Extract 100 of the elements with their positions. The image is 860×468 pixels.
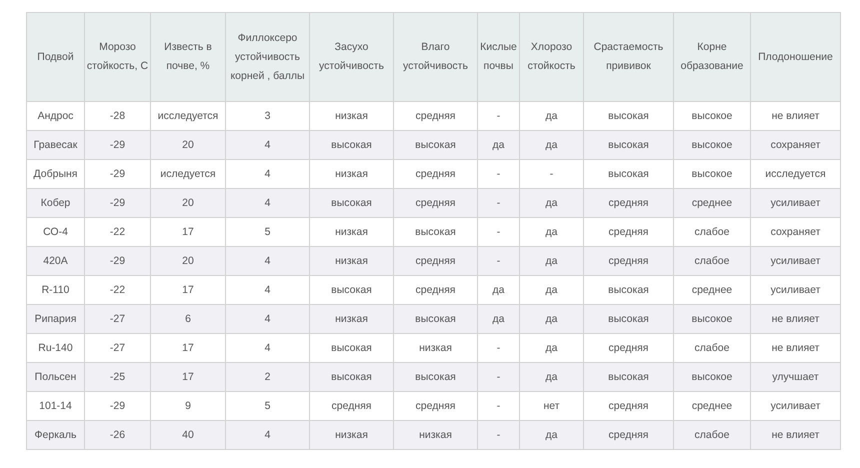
table-cell: высокая (584, 160, 674, 188)
table-cell: низкая (394, 420, 478, 450)
table-cell: - (478, 420, 520, 450)
table-cell: низкая (310, 218, 394, 246)
table-cell: - (478, 334, 520, 362)
table-cell: да (520, 246, 584, 276)
table-cell: 17 (150, 218, 226, 246)
table-cell: да (520, 276, 584, 304)
table-cell: да (478, 276, 520, 304)
table-cell: средняя (584, 188, 674, 218)
table-cell: средняя (394, 246, 478, 276)
table-cell: - (478, 362, 520, 392)
table-cell: Кобер (26, 188, 84, 218)
table-cell: усиливает (750, 276, 840, 304)
table-cell: высокая (584, 276, 674, 304)
table-cell: да (478, 304, 520, 334)
table-cell: Добрыня (26, 160, 84, 188)
table-cell: 40 (150, 420, 226, 450)
column-header: Корне образование (674, 12, 750, 102)
table-cell: среднее (674, 276, 750, 304)
table-cell: слабое (674, 334, 750, 362)
table-cell: низкая (310, 246, 394, 276)
table-cell: сохраняет (750, 218, 840, 246)
table-cell: средняя (584, 334, 674, 362)
table-cell: -26 (84, 420, 150, 450)
table-cell: 4 (226, 246, 310, 276)
table-cell: 4 (226, 160, 310, 188)
table-cell: средняя (394, 102, 478, 130)
table-cell: 4 (226, 334, 310, 362)
table-cell: 4 (226, 420, 310, 450)
table-cell: 4 (226, 304, 310, 334)
table-cell: R-110 (26, 276, 84, 304)
table-cell: среднее (674, 188, 750, 218)
table-cell: высокое (674, 130, 750, 160)
table-cell: высокая (394, 218, 478, 246)
table-cell: - (478, 218, 520, 246)
table-cell: 17 (150, 276, 226, 304)
column-header: Кислые почвы (478, 12, 520, 102)
table-cell: -28 (84, 102, 150, 130)
table-cell: высокая (310, 362, 394, 392)
table-cell: высокое (674, 362, 750, 392)
table-cell: да (520, 304, 584, 334)
table-cell: 4 (226, 276, 310, 304)
table-cell: средняя (584, 392, 674, 420)
table-cell: 3 (226, 102, 310, 130)
table-cell: - (478, 246, 520, 276)
column-header: Срастаемость прививок (584, 12, 674, 102)
table-cell: Феркаль (26, 420, 84, 450)
table-cell: слабое (674, 420, 750, 450)
table-cell: да (520, 130, 584, 160)
table-cell: высокая (584, 304, 674, 334)
table-cell: - (478, 392, 520, 420)
table-cell: да (520, 334, 584, 362)
table-cell: да (520, 218, 584, 246)
table-cell: - (478, 102, 520, 130)
table-cell: низкая (310, 304, 394, 334)
table-cell: средняя (394, 160, 478, 188)
table-cell: средняя (394, 392, 478, 420)
table-cell: 20 (150, 130, 226, 160)
table-cell: высокая (310, 188, 394, 218)
table-cell: -27 (84, 334, 150, 362)
table-cell: 17 (150, 334, 226, 362)
table-cell: низкая (394, 334, 478, 362)
column-header: Подвой (26, 12, 84, 102)
table-cell: высокая (310, 276, 394, 304)
table-cell: улучшает (750, 362, 840, 392)
table-cell: -25 (84, 362, 150, 392)
table-cell: 20 (150, 188, 226, 218)
table-cell: усиливает (750, 392, 840, 420)
table-cell: да (520, 420, 584, 450)
table-cell: Рипария (26, 304, 84, 334)
table-cell: усиливает (750, 188, 840, 218)
table-cell: -29 (84, 246, 150, 276)
table-cell: высокая (310, 130, 394, 160)
column-header: Известь в почве, % (150, 12, 226, 102)
table-cell: высокая (310, 334, 394, 362)
table-cell: исследуется (150, 102, 226, 130)
table-cell: усиливает (750, 246, 840, 276)
table-cell: сохраняет (750, 130, 840, 160)
column-header: Плодоношение (750, 12, 840, 102)
table-cell: средняя (584, 218, 674, 246)
table-cell: да (520, 102, 584, 130)
table-cell: да (520, 362, 584, 392)
column-header: Морозо стойкость, С (84, 12, 150, 102)
table-cell: 9 (150, 392, 226, 420)
table-cell: средняя (584, 420, 674, 450)
table-cell: нет (520, 392, 584, 420)
table-cell: 17 (150, 362, 226, 392)
table-cell: высокая (394, 304, 478, 334)
table-cell: -29 (84, 160, 150, 188)
table-cell: 2 (226, 362, 310, 392)
table-cell: низкая (310, 420, 394, 450)
table-cell: -29 (84, 130, 150, 160)
table-cell: 4 (226, 130, 310, 160)
column-header: Хлорозо стойкость (520, 12, 584, 102)
table-cell: высокое (674, 304, 750, 334)
table-cell: Гравесак (26, 130, 84, 160)
table-cell: не влияет (750, 102, 840, 130)
table-cell: 5 (226, 218, 310, 246)
table-cell: высокая (584, 362, 674, 392)
